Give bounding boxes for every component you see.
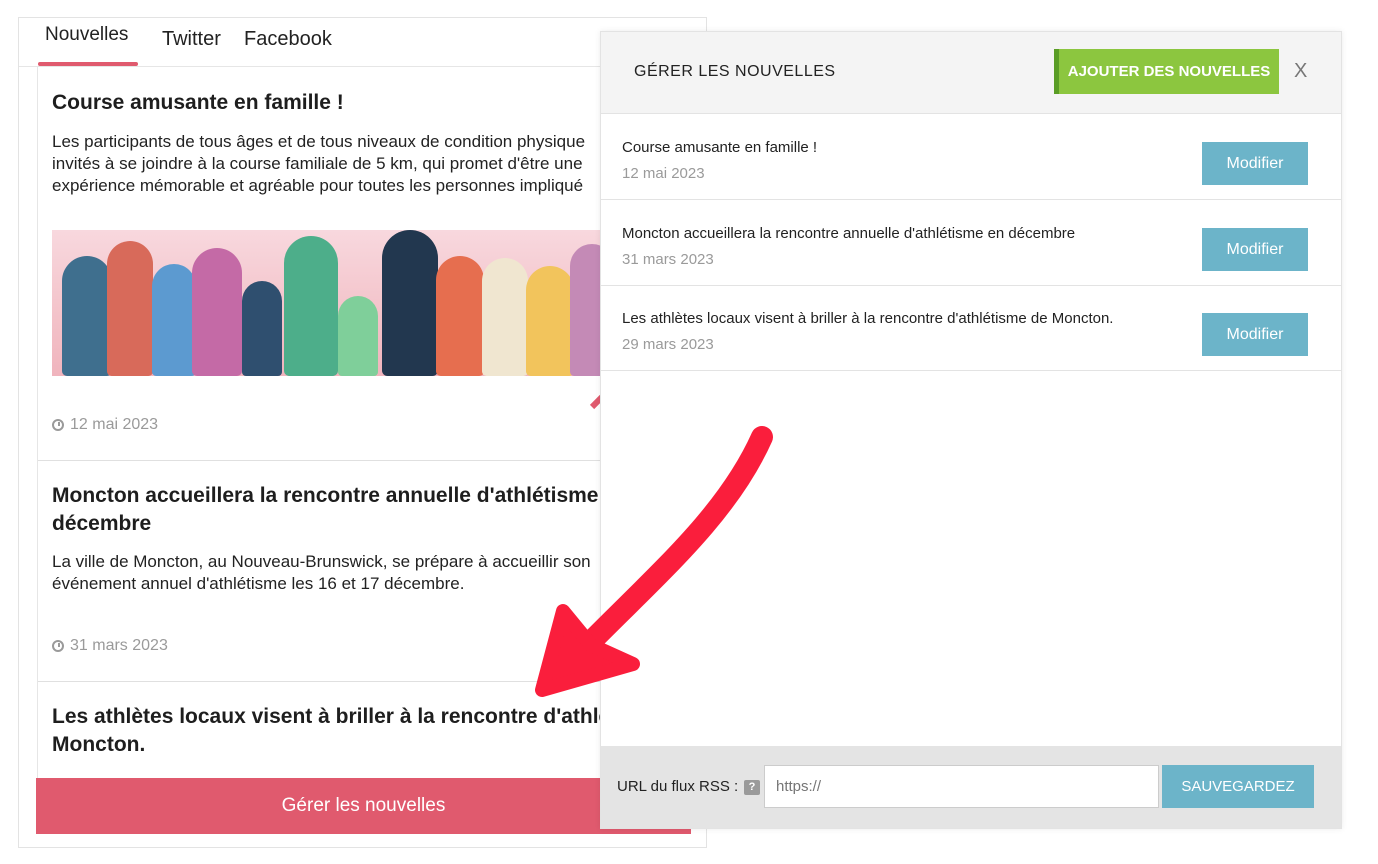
panel-title: GÉRER LES NOUVELLES: [634, 63, 836, 80]
article-title-line[interactable]: décembre: [52, 510, 151, 538]
news-article[interactable]: Moncton accueillera la rencontre annuell…: [38, 461, 693, 682]
clock-icon: [52, 419, 64, 431]
news-item-date: 12 mai 2023: [622, 165, 705, 182]
manage-news-panel: GÉRER LES NOUVELLES AJOUTER DES NOUVELLE…: [600, 31, 1342, 829]
article-date: 12 mai 2023: [52, 416, 158, 434]
manage-news-button[interactable]: Gérer les nouvelles: [36, 778, 691, 834]
close-icon[interactable]: X: [1294, 60, 1307, 83]
article-text-line: La ville de Moncton, au Nouveau-Brunswic…: [52, 552, 591, 571]
active-tab-indicator: [38, 62, 138, 66]
news-feed: Course amusante en famille ! Les partici…: [37, 67, 693, 779]
edit-button[interactable]: Modifier: [1202, 142, 1308, 185]
article-text-line: invités à se joindre à la course familia…: [52, 154, 583, 173]
news-item-title: Les athlètes locaux visent à briller à l…: [622, 310, 1114, 327]
news-list-item: Course amusante en famille ! 12 mai 2023…: [601, 114, 1341, 200]
add-news-button[interactable]: AJOUTER DES NOUVELLES: [1054, 49, 1279, 94]
article-title-line[interactable]: Les athlètes locaux visent à briller à l…: [52, 703, 635, 731]
edit-button[interactable]: Modifier: [1202, 313, 1308, 356]
tab-twitter[interactable]: Twitter: [162, 28, 221, 51]
panel-header: GÉRER LES NOUVELLES AJOUTER DES NOUVELLE…: [601, 32, 1341, 114]
news-list-item: Moncton accueillera la rencontre annuell…: [601, 200, 1341, 286]
article-image: [52, 230, 612, 376]
edit-button[interactable]: Modifier: [1202, 228, 1308, 271]
article-text-line: Les participants de tous âges et de tous…: [52, 132, 586, 151]
help-icon[interactable]: ?: [744, 780, 760, 795]
article-title[interactable]: Course amusante en famille !: [52, 89, 344, 117]
tab-facebook[interactable]: Facebook: [244, 28, 332, 51]
news-item-date: 29 mars 2023: [622, 336, 714, 353]
article-title-line[interactable]: Moncton.: [52, 731, 145, 759]
article-date-text: 31 mars 2023: [70, 637, 168, 654]
news-item-title: Course amusante en famille !: [622, 139, 818, 156]
rss-footer: URL du flux RSS : ? SAUVEGARDEZ: [601, 746, 1341, 828]
rss-label: URL du flux RSS :: [617, 778, 739, 795]
news-article[interactable]: Les athlètes locaux visent à briller à l…: [38, 682, 693, 779]
news-item-title: Moncton accueillera la rencontre annuell…: [622, 225, 1076, 242]
save-button[interactable]: SAUVEGARDEZ: [1162, 765, 1314, 808]
news-item-date: 31 mars 2023: [622, 251, 714, 268]
article-title-line[interactable]: Moncton accueillera la rencontre annuell…: [52, 482, 629, 510]
rss-url-input[interactable]: [764, 765, 1159, 808]
news-article[interactable]: Course amusante en famille ! Les partici…: [38, 67, 693, 461]
tab-nouvelles[interactable]: Nouvelles: [45, 24, 128, 46]
article-text-line: événement annuel d'athlétisme les 16 et …: [52, 574, 465, 593]
clock-icon: [52, 640, 64, 652]
article-text-line: expérience mémorable et agréable pour to…: [52, 176, 584, 195]
news-list-item: Les athlètes locaux visent à briller à l…: [601, 285, 1341, 371]
article-date-text: 12 mai 2023: [70, 416, 159, 433]
article-date: 31 mars 2023: [52, 637, 168, 655]
